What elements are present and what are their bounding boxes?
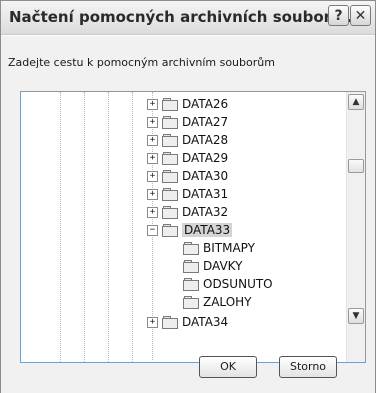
dialog-window: Načtení pomocných archivních souborů ...… — [0, 0, 376, 393]
folder-icon — [162, 98, 178, 111]
close-button[interactable]: ✕ — [350, 5, 371, 26]
expand-icon[interactable]: + — [147, 134, 158, 146]
tree-node-label: ZALOHY — [203, 295, 252, 309]
expand-icon[interactable]: + — [147, 188, 158, 200]
tree-guide-line — [108, 92, 109, 362]
scroll-down-button[interactable]: ▼ — [348, 308, 364, 324]
ok-button[interactable]: OK — [199, 356, 257, 378]
tree-node-label: BITMAPY — [203, 241, 255, 255]
tree-guide-line — [84, 92, 85, 362]
folder-tree[interactable]: + DATA26 + DATA27 + DATA28 + DATA29 + DA… — [20, 91, 366, 363]
tree-node-label: DATA32 — [182, 205, 229, 219]
expand-icon[interactable]: + — [147, 152, 158, 164]
tree-node-label: DATA30 — [182, 169, 229, 183]
expand-icon[interactable]: + — [147, 170, 158, 182]
prompt-label: Zadejte cestu k pomocným archivním soubo… — [8, 56, 275, 69]
tree-node-data26[interactable]: + DATA26 — [147, 95, 228, 113]
folder-icon — [183, 278, 199, 291]
cancel-button[interactable]: Storno — [279, 356, 337, 378]
scroll-up-button[interactable]: ▲ — [348, 94, 364, 110]
tree-node-data34[interactable]: + DATA34 — [147, 313, 228, 331]
dialog-body: Zadejte cestu k pomocným archivním soubo… — [1, 35, 375, 393]
scroll-thumb[interactable] — [348, 159, 364, 173]
tree-node-label: DATA26 — [182, 97, 229, 111]
folder-icon — [162, 134, 178, 147]
tree-node-label: DATA31 — [182, 187, 229, 201]
help-button[interactable]: ? — [328, 5, 349, 26]
tree-node-data30[interactable]: + DATA30 — [147, 167, 228, 185]
tree-node-data28[interactable]: + DATA28 — [147, 131, 228, 149]
tree-node-data31[interactable]: + DATA31 — [147, 185, 228, 203]
tree-node-data29[interactable]: + DATA29 — [147, 149, 228, 167]
folder-icon — [183, 296, 199, 309]
folder-icon — [162, 206, 178, 219]
folder-icon — [162, 316, 178, 329]
tree-node-data27[interactable]: + DATA27 — [147, 113, 228, 131]
tree-node-davky[interactable]: DAVKY — [183, 257, 242, 275]
tree-node-odsunuto[interactable]: ODSUNUTO — [183, 275, 273, 293]
vertical-scrollbar[interactable]: ▲ ▼ — [346, 92, 365, 362]
title-bar[interactable]: Načtení pomocných archivních souborů ...… — [1, 1, 375, 35]
tree-node-label: DATA34 — [182, 315, 229, 329]
folder-open-icon — [162, 224, 178, 237]
folder-icon — [162, 152, 178, 165]
folder-icon — [183, 242, 199, 255]
tree-node-label: DATA29 — [182, 151, 229, 165]
folder-icon — [162, 188, 178, 201]
tree-node-data32[interactable]: + DATA32 — [147, 203, 228, 221]
tree-node-label-selected: DATA33 — [182, 223, 233, 237]
window-title: Načtení pomocných archivních souborů ... — [9, 8, 365, 26]
tree-node-label: DAVKY — [203, 259, 243, 273]
tree-node-bitmapy[interactable]: BITMAPY — [183, 239, 255, 257]
folder-icon — [162, 170, 178, 183]
expand-icon[interactable]: + — [147, 316, 158, 328]
expand-icon[interactable]: + — [147, 206, 158, 218]
expand-icon[interactable]: + — [147, 116, 158, 128]
tree-node-label: DATA28 — [182, 133, 229, 147]
collapse-icon[interactable]: − — [147, 224, 158, 236]
expand-icon[interactable]: + — [147, 98, 158, 110]
tree-node-label: DATA27 — [182, 115, 229, 129]
folder-icon — [183, 260, 199, 273]
tree-node-zalohy[interactable]: ZALOHY — [183, 293, 252, 311]
tree-node-data33[interactable]: − DATA33 — [147, 221, 233, 239]
tree-guide-line — [60, 92, 61, 362]
folder-icon — [162, 116, 178, 129]
tree-guide-line — [132, 92, 133, 362]
tree-node-label: ODSUNUTO — [203, 277, 273, 291]
